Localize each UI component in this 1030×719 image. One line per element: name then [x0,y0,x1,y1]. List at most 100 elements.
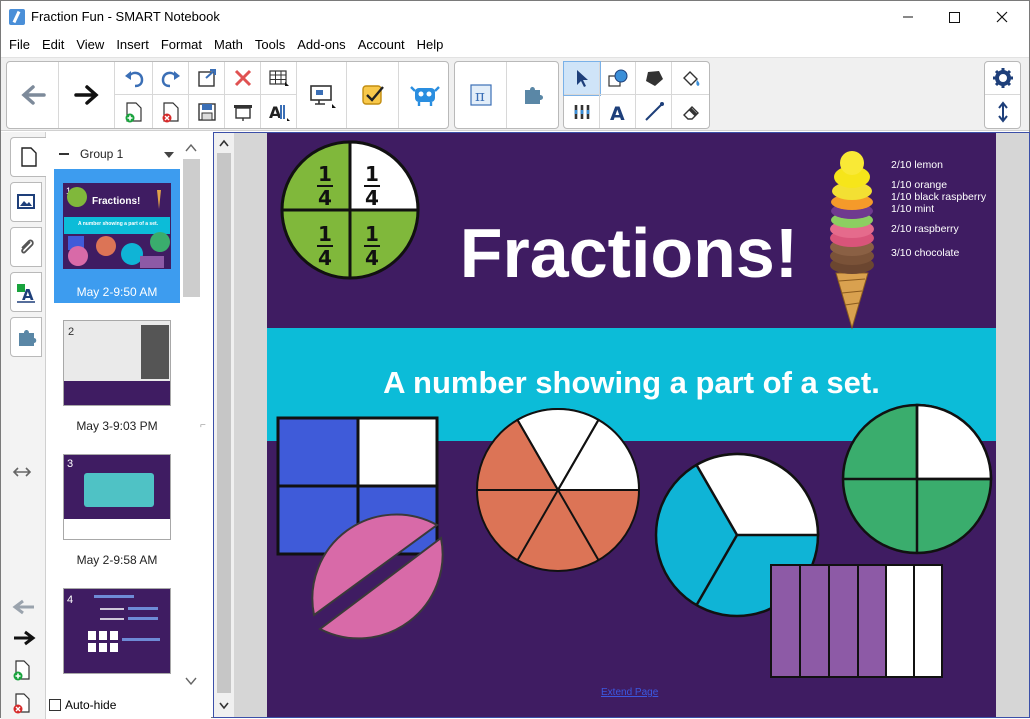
menu-addons[interactable]: Add-ons [291,35,351,55]
addons-button[interactable] [507,62,558,128]
menu-file[interactable]: File [1,35,36,55]
fraction-label: 1 [318,222,332,246]
minimize-button[interactable] [885,1,931,33]
page-date-2: May 3-9:03 PM [76,419,158,433]
select-icon [576,70,588,87]
redo-button[interactable] [153,62,189,95]
extend-page-link[interactable]: Extend Page [601,687,658,698]
menu-insert[interactable]: Insert [110,35,155,55]
menu-edit[interactable]: Edit [36,35,70,55]
text-properties-button[interactable]: A [261,95,297,128]
legend-chocolate: 3/10 chocolate [891,247,960,259]
gallery-tab[interactable] [10,182,42,222]
add-on-monster-icon [409,86,440,106]
group-collapse-toggle[interactable] [59,153,69,155]
fill-icon [682,71,699,86]
maximize-button[interactable] [931,1,977,33]
pens-tool-button[interactable] [564,95,600,128]
legend-raspberry: 2/10 raspberry [891,223,959,235]
monster-addon-button[interactable] [399,62,450,128]
group-menu-chevron[interactable] [163,151,175,159]
settings-icon [992,68,1013,88]
sorter-scroll-thumb[interactable] [183,159,200,297]
resize-grip[interactable]: ⌐ [200,420,206,431]
svg-text:A: A [22,286,34,303]
show-screen-button[interactable] [225,95,261,128]
chevron-down-icon [219,702,229,710]
undo-button[interactable] [115,62,153,95]
fill-tool-button[interactable] [672,62,709,95]
legend-mint: 1/10 mint [891,203,935,215]
group-label: Group 1 [80,147,124,161]
page-thumbnail-1[interactable]: 1 Fractions! A number showing a part of … [63,183,171,269]
legend-black-raspberry: 1/10 black raspberry [891,191,987,203]
chevron-up-icon [185,144,197,152]
select-tool-button[interactable] [563,61,601,96]
delete-page-icon [162,101,179,122]
sidebar-next-page[interactable] [12,629,36,647]
page-sorter-tab[interactable] [10,137,46,177]
forward-icon [14,630,36,646]
fraction-label: 1 [365,162,379,186]
properties-tab[interactable]: A [10,272,42,312]
resize-horizontal-icon [12,467,32,477]
save-button[interactable] [189,95,225,128]
delete-page-button[interactable] [153,95,189,128]
text-icon: A [610,103,625,123]
page-date-1: May 2-9:50 AM [76,285,158,299]
maximize-icon [949,12,960,23]
menu-tools[interactable]: Tools [249,35,291,55]
quarter-circle-graphic: 14 14 14 14 [280,140,420,280]
polygon-tool-button[interactable] [636,62,672,95]
autohide-checkbox[interactable] [49,699,61,711]
open-file-button[interactable] [189,62,225,95]
add-page-button[interactable] [115,95,153,128]
page-number: 3 [67,458,74,470]
page-number: 2 [68,326,75,338]
settings-button[interactable] [985,62,1020,95]
delete-button[interactable] [225,62,261,95]
line-tool-button[interactable] [636,95,672,128]
thumbnail-image [84,473,154,507]
eraser-tool-button[interactable] [672,95,709,128]
response-button[interactable] [347,62,399,128]
move-toolbar-button[interactable] [985,95,1020,128]
autohide-option[interactable]: Auto-hide [49,698,116,712]
ice-cream-cone-graphic [830,151,874,330]
sidebar-add-page[interactable] [12,659,32,681]
sixths-circle-graphic [476,408,641,572]
title-bar: Fraction Fun - SMART Notebook [1,1,1029,34]
move-toolbar-icon [997,100,1008,123]
puzzle-icon [19,330,37,346]
previous-page-button[interactable] [7,62,59,128]
page-thumbnail-2[interactable]: 2 [63,320,171,406]
math-tools-button[interactable]: π [455,62,507,128]
resize-sidebar-handle[interactable] [12,466,32,478]
menu-help[interactable]: Help [411,35,450,55]
page-thumbnail-3[interactable]: 3 [63,454,171,540]
page-thumbnail-4[interactable]: 4 [63,588,171,674]
next-page-button[interactable] [59,62,115,128]
shapes-tool-button[interactable] [600,62,636,95]
smart-notebook-icon [9,9,25,25]
autohide-label: Auto-hide [65,698,117,712]
text-tool-button[interactable]: A [600,95,636,128]
pens-icon [574,104,589,119]
slide-canvas[interactable]: 14 14 14 14 Fractions! A number showing … [267,133,996,717]
insert-table-button[interactable] [261,62,297,95]
screen-display-button[interactable] [297,62,347,128]
puzzle-icon [524,87,543,104]
menu-format[interactable]: Format [155,35,208,55]
sidebar-delete-page[interactable] [12,692,32,714]
addons-tab[interactable] [10,317,42,357]
attachments-tab[interactable] [10,227,42,267]
workspace-scroll-thumb[interactable] [217,153,231,693]
menu-account[interactable]: Account [352,35,411,55]
line-icon [644,101,664,121]
menu-view[interactable]: View [70,35,110,55]
toolbar-group-tools: A [563,61,710,129]
fraction-label: 4 [365,246,379,270]
menu-math[interactable]: Math [208,35,249,55]
sidebar-previous-page[interactable] [12,598,36,616]
close-button[interactable] [979,1,1025,33]
